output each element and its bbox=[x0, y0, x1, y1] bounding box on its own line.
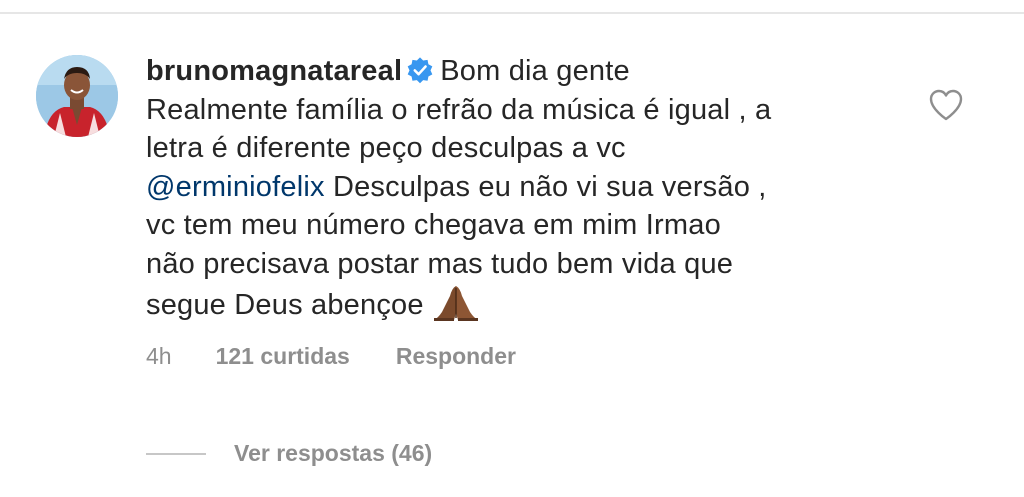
comment-text: brunomagnatareal Bom dia gente Realmente… bbox=[146, 52, 906, 324]
view-replies-button[interactable]: Ver respostas (46) bbox=[146, 440, 432, 467]
view-replies-label: Ver respostas (46) bbox=[234, 440, 433, 466]
comment-line: segue Deus abençoe bbox=[146, 288, 424, 321]
avatar[interactable] bbox=[36, 55, 118, 137]
reply-button[interactable]: Responder bbox=[396, 343, 516, 370]
comment-time: 4h bbox=[146, 343, 172, 369]
verified-badge-icon bbox=[407, 57, 433, 84]
comment-line: letra é diferente peço desculpas a vc bbox=[146, 132, 626, 165]
replies-divider bbox=[146, 452, 206, 455]
mention-link[interactable]: @erminiofelix bbox=[146, 171, 325, 203]
comment-line: Desculpas eu não vi sua versão , bbox=[324, 170, 767, 203]
comment-line: vc tem meu número chegava em mim Irmao bbox=[146, 209, 721, 242]
likes-count[interactable]: 121 curtidas bbox=[216, 343, 350, 370]
comment-intro: Bom dia gente bbox=[440, 55, 630, 87]
comment-line: não precisava postar mas tudo bem vida q… bbox=[146, 247, 734, 280]
comment-panel: brunomagnatareal Bom dia gente Realmente… bbox=[0, 0, 1024, 497]
avatar-photo bbox=[36, 55, 118, 137]
comment-line: Realmente família o refrão da música é i… bbox=[146, 93, 772, 126]
heart-outline-icon[interactable] bbox=[928, 88, 964, 122]
username[interactable]: brunomagnatareal bbox=[146, 55, 402, 87]
top-divider bbox=[0, 12, 1024, 14]
comment-meta: 4h 121 curtidas Responder bbox=[146, 343, 516, 370]
folded-hands-icon bbox=[433, 285, 478, 321]
